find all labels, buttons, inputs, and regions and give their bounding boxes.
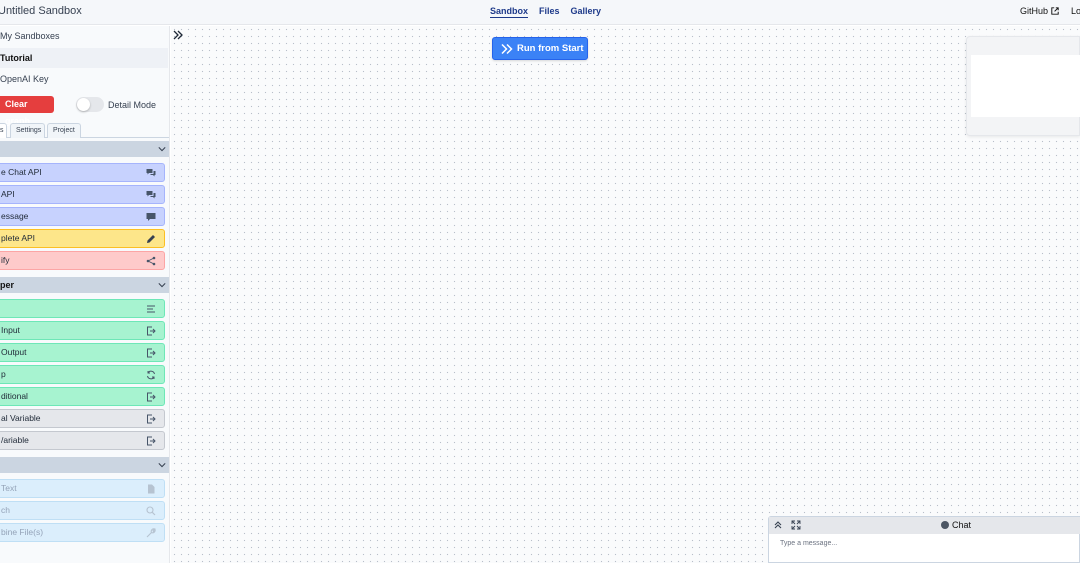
menu-tutorial[interactable]: Tutorial xyxy=(0,48,168,68)
graph-canvas[interactable] xyxy=(171,26,1080,563)
toggle-knob xyxy=(77,98,90,111)
menu-my-sandboxes[interactable]: My Sandboxes xyxy=(0,26,168,46)
node-output[interactable]: Output xyxy=(0,343,165,362)
wrench-icon xyxy=(146,528,156,538)
chat-bubble-icon xyxy=(146,213,156,221)
group-header-tools[interactable] xyxy=(0,457,169,473)
node-classify[interactable]: ify xyxy=(0,251,165,270)
chat-status-dot xyxy=(941,521,949,529)
tab-project[interactable]: Project xyxy=(47,123,81,138)
chat-header: Chat xyxy=(769,517,1080,534)
chevron-down-icon xyxy=(158,283,166,288)
node-loop[interactable]: p xyxy=(0,365,165,384)
share-icon xyxy=(146,256,156,266)
sign-in-icon xyxy=(147,436,156,446)
pencil-icon xyxy=(147,235,155,243)
login-link[interactable]: Lo xyxy=(1071,6,1080,16)
double-chevron-right-icon xyxy=(173,30,183,40)
preview-content xyxy=(971,55,1080,117)
top-bar: Untitled Sandbox Sandbox Files Gallery G… xyxy=(0,0,1080,25)
expand-icon[interactable] xyxy=(791,520,801,530)
sign-in-icon xyxy=(147,326,156,336)
collapse-sidebar-button[interactable] xyxy=(171,27,185,43)
node-api[interactable]: API xyxy=(0,185,165,204)
node-read-text[interactable]: Text xyxy=(0,479,165,498)
main-nav: Sandbox Files Gallery xyxy=(490,6,601,18)
node-chat-api[interactable]: e Chat API xyxy=(0,163,165,182)
sign-in-icon xyxy=(147,414,156,424)
chat-title: Chat xyxy=(952,520,972,530)
node-combine-files[interactable]: bine File(s) xyxy=(0,523,165,542)
sidebar-tabs: s Settings Project xyxy=(0,123,169,138)
node-message[interactable]: essage xyxy=(0,207,165,226)
refresh-icon xyxy=(147,370,155,380)
search-icon xyxy=(146,506,156,516)
node-complete-api[interactable]: plete API xyxy=(0,229,165,248)
nav-sandbox[interactable]: Sandbox xyxy=(490,6,529,18)
chevron-down-icon xyxy=(158,463,166,468)
node-input[interactable]: Input xyxy=(0,321,165,340)
sandbox-title[interactable]: Untitled Sandbox xyxy=(0,5,82,17)
align-left-icon xyxy=(147,305,155,313)
node-variable[interactable]: /ariable xyxy=(0,431,165,450)
group-header-llm[interactable] xyxy=(0,141,169,157)
tab-nodes[interactable]: s xyxy=(0,123,7,138)
chat-panel: Chat Type a message... xyxy=(768,516,1080,563)
sidebar: My Sandboxes Tutorial OpenAI Key Clear g… xyxy=(0,26,170,563)
node-conditional[interactable]: ditional xyxy=(0,387,165,406)
preview-panel[interactable] xyxy=(966,36,1080,136)
menu-openai-key[interactable]: OpenAI Key xyxy=(0,69,168,89)
sign-in-icon xyxy=(147,392,156,402)
tab-settings[interactable]: Settings xyxy=(10,123,45,138)
header-links: GitHub Lo xyxy=(1020,6,1080,16)
detail-mode-label: Detail Mode xyxy=(108,100,157,110)
nav-files[interactable]: Files xyxy=(539,6,560,18)
run-label: Run from Start xyxy=(517,43,584,54)
detail-mode-toggle[interactable] xyxy=(76,97,104,112)
double-chevron-right-icon xyxy=(501,43,513,55)
node-global-variable[interactable]: al Variable xyxy=(0,409,165,428)
clear-graph-button[interactable]: Clear graph xyxy=(0,96,54,126)
double-chevron-up-icon[interactable] xyxy=(773,520,783,530)
chat-message-input[interactable]: Type a message... xyxy=(775,537,1075,555)
run-from-start-button[interactable]: Run from Start xyxy=(492,37,588,60)
github-link[interactable]: GitHub xyxy=(1020,6,1059,16)
chevron-down-icon xyxy=(158,147,166,152)
chat-bubbles-icon xyxy=(146,169,156,177)
chat-bubbles-icon xyxy=(146,191,156,199)
group-header-flow[interactable]: per xyxy=(0,277,169,293)
node-search[interactable]: ch xyxy=(0,501,165,520)
sign-in-icon xyxy=(147,348,156,358)
node-text[interactable] xyxy=(0,299,165,318)
nav-gallery[interactable]: Gallery xyxy=(571,6,602,18)
document-icon xyxy=(148,484,155,494)
external-link-icon xyxy=(1051,7,1059,15)
